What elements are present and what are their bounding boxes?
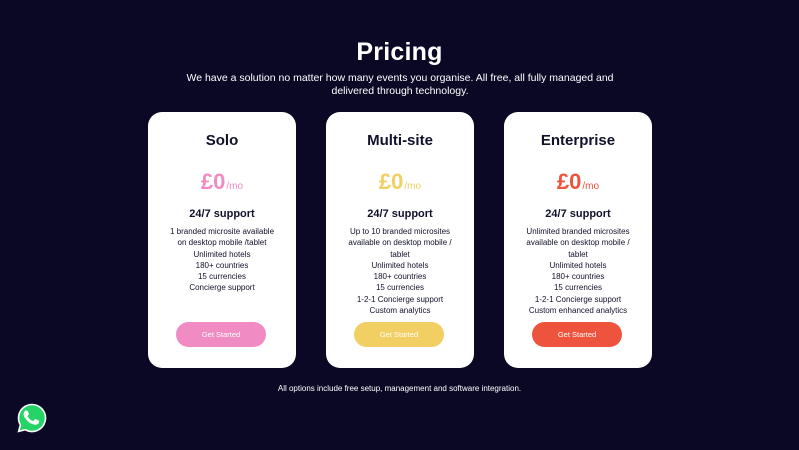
feature-list: 1 branded microsite available on desktop… bbox=[162, 226, 282, 294]
feature-item: Unlimited hotels bbox=[193, 249, 251, 259]
feature-item: 1 branded microsite available bbox=[169, 227, 275, 236]
feature-item: Unlimited branded microsites bbox=[526, 227, 630, 236]
get-started-button-multi-site[interactable]: Get Started bbox=[354, 322, 444, 347]
feature-item: tablet bbox=[568, 249, 588, 259]
plan-name: Solo bbox=[205, 132, 239, 149]
feature-item: Concierge support bbox=[189, 283, 255, 293]
price-period: /mo bbox=[582, 181, 600, 192]
plan-price: £0/mo bbox=[326, 169, 474, 195]
feature-list: Up to 10 branded microsites available on… bbox=[340, 226, 460, 316]
feature-item: 180+ countries bbox=[373, 272, 427, 282]
price-amount: £0 bbox=[200, 169, 226, 194]
plan-card-solo: Solo £0/mo 24/7 support 1 branded micros… bbox=[148, 112, 296, 368]
plan-card-enterprise: Enterprise £0/mo 24/7 support Unlimited … bbox=[504, 112, 652, 368]
support-heading: 24/7 support bbox=[189, 208, 255, 220]
feature-item: 15 currencies bbox=[197, 272, 247, 282]
page-title: Pricing bbox=[356, 38, 443, 66]
feature-item: available on desktop mobile / bbox=[348, 238, 452, 248]
plan-name: Multi-site bbox=[367, 132, 433, 149]
feature-item: 1-2-1 Concierge support bbox=[356, 294, 444, 304]
plan-price: £0/mo bbox=[504, 169, 652, 195]
plan-card-multi-site: Multi-site £0/mo 24/7 support Up to 10 b… bbox=[326, 112, 474, 368]
feature-item: 1-2-1 Concierge support bbox=[534, 294, 622, 304]
whatsapp-icon[interactable] bbox=[16, 402, 48, 434]
support-heading: 24/7 support bbox=[545, 208, 611, 220]
price-amount: £0 bbox=[378, 169, 404, 194]
feature-item: tablet bbox=[390, 249, 410, 259]
get-started-button-solo[interactable]: Get Started bbox=[176, 322, 266, 347]
support-heading: 24/7 support bbox=[367, 208, 433, 220]
feature-item: on desktop mobile /tablet bbox=[177, 238, 267, 248]
page-subtitle: We have a solution no matter how many ev… bbox=[186, 72, 614, 97]
plan-name: Enterprise bbox=[540, 132, 616, 149]
feature-list: Unlimited branded microsites available o… bbox=[518, 226, 638, 316]
feature-item: 15 currencies bbox=[553, 283, 603, 293]
feature-item: available on desktop mobile / bbox=[526, 238, 630, 248]
price-amount: £0 bbox=[556, 169, 582, 194]
feature-item: Custom enhanced analytics bbox=[528, 306, 628, 316]
feature-item: 180+ countries bbox=[551, 272, 605, 282]
get-started-button-enterprise[interactable]: Get Started bbox=[532, 322, 622, 347]
feature-item: Custom analytics bbox=[369, 306, 431, 316]
feature-item: Up to 10 branded microsites bbox=[349, 227, 451, 236]
feature-item: Unlimited hotels bbox=[371, 260, 429, 270]
plan-price: £0/mo bbox=[148, 169, 296, 195]
price-period: /mo bbox=[404, 181, 422, 192]
price-period: /mo bbox=[226, 181, 244, 192]
pricing-footnote: All options include free setup, manageme… bbox=[277, 384, 522, 393]
feature-item: 15 currencies bbox=[375, 283, 425, 293]
feature-item: 180+ countries bbox=[195, 260, 249, 270]
feature-item: Unlimited hotels bbox=[549, 260, 607, 270]
